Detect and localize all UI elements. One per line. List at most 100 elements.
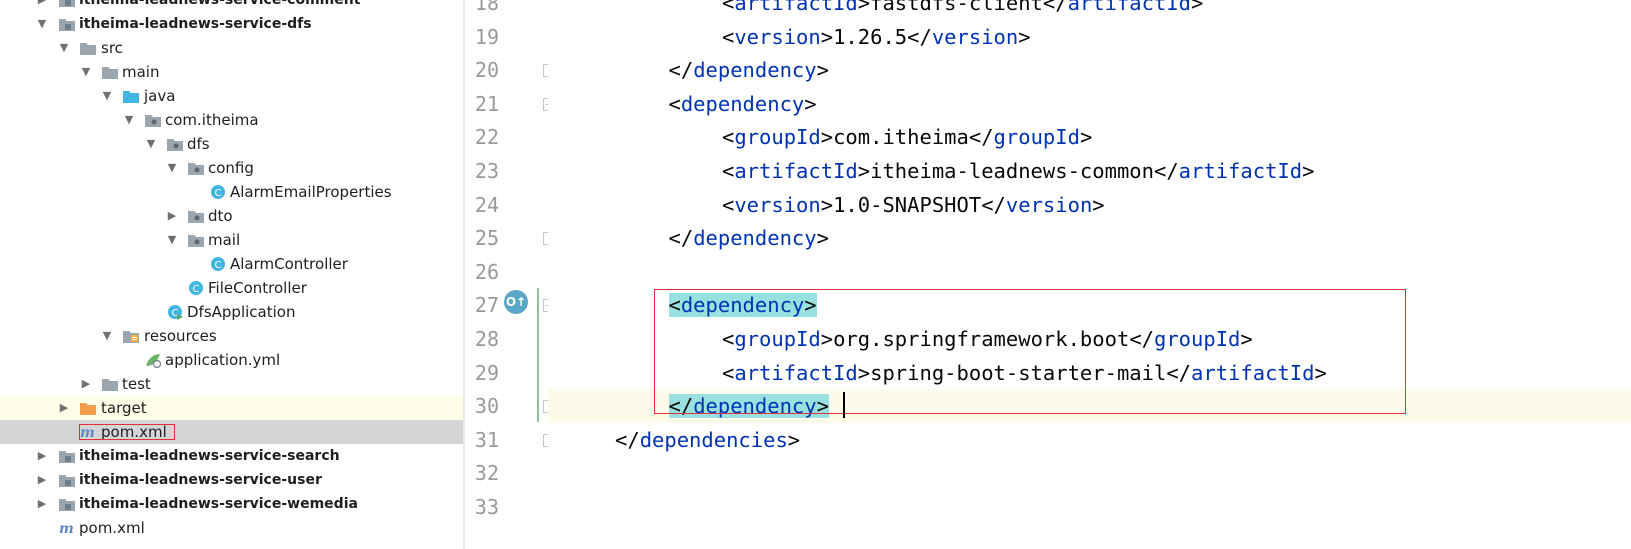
tree-item-label: resources xyxy=(144,327,217,345)
tree-item[interactable]: C DfsApplication xyxy=(0,300,464,324)
tree-item[interactable]: ▼ itheima-leadnews-service-dfs xyxy=(0,12,464,36)
xml-element: <version>1.26.5</version> xyxy=(722,24,1031,49)
target-icon xyxy=(79,400,97,416)
text-caret xyxy=(843,392,845,418)
code-line[interactable]: <artifactId>fastdfs-client</artifactId> xyxy=(548,0,1631,20)
project-tree[interactable]: ▶ itheima-leadnews-service-comment ▼ itheim… xyxy=(0,0,464,549)
tree-item-label: mail xyxy=(208,231,241,249)
tree-item[interactable]: C FileController xyxy=(0,276,464,300)
svg-text:m: m xyxy=(59,521,74,536)
override-gutter-icon[interactable]: O↑ xyxy=(504,290,528,314)
expand-arrow-icon[interactable]: ▼ xyxy=(101,89,113,102)
line-number: 26 xyxy=(474,259,499,284)
tree-item-label: src xyxy=(101,39,123,57)
pom-icon: m xyxy=(58,520,76,537)
tree-item[interactable]: ▼ dfs xyxy=(0,132,464,156)
tree-item-label: application.yml xyxy=(165,351,281,369)
expand-arrow-icon[interactable]: ▼ xyxy=(36,17,48,30)
code-line[interactable]: </dependency> xyxy=(548,53,1631,87)
xml-element: </dependencies> xyxy=(615,427,801,452)
pkg-icon xyxy=(166,136,184,152)
tree-item[interactable]: ▼ java xyxy=(0,84,464,108)
tree-item[interactable]: C AlarmEmailProperties xyxy=(0,180,464,204)
tree-item-label: java xyxy=(144,87,176,105)
line-number: 28 xyxy=(474,327,499,351)
collapse-arrow-icon[interactable]: ▶ xyxy=(36,449,48,462)
dependency-annotation-box xyxy=(654,289,1406,414)
code-line[interactable]: <version>1.26.5</version> xyxy=(548,20,1631,54)
tree-item[interactable]: ▶ dto xyxy=(0,204,464,228)
classrun-icon: C xyxy=(166,304,184,320)
tree-item[interactable]: ▼ main xyxy=(0,60,464,84)
collapse-arrow-icon[interactable]: ▶ xyxy=(36,473,48,486)
line-number: 32 xyxy=(474,461,499,486)
pkg-icon xyxy=(187,232,205,248)
collapse-arrow-icon[interactable]: ▶ xyxy=(58,401,70,414)
code-editor[interactable]: <artifactId>fastdfs-client</artifactId> <… xyxy=(548,0,1631,549)
class-icon: C xyxy=(209,256,227,272)
expand-arrow-icon[interactable]: ▼ xyxy=(80,65,92,78)
tree-item[interactable]: ▶ itheima-leadnews-service-user xyxy=(0,468,464,492)
line-number: 30 xyxy=(474,394,499,419)
tree-item[interactable]: ▶ itheima-leadnews-service-wemedia xyxy=(0,492,464,516)
expand-arrow-icon[interactable]: ▼ xyxy=(166,161,178,174)
xml-element: <dependency> xyxy=(668,91,817,116)
code-line[interactable]: </dependencies> xyxy=(548,423,1631,457)
code-line[interactable] xyxy=(548,490,1631,524)
line-number: 29 xyxy=(474,360,499,385)
code-line[interactable] xyxy=(548,456,1631,490)
xml-element: <artifactId>itheima-leadnews-common</art… xyxy=(722,159,1315,183)
code-line[interactable]: <groupId>com.itheima</groupId> xyxy=(548,120,1631,154)
tree-item[interactable]: m pom.xml xyxy=(0,516,464,540)
folder-icon xyxy=(79,40,97,56)
module-icon xyxy=(58,448,76,464)
collapse-arrow-icon[interactable]: ▶ xyxy=(166,209,178,222)
tree-item[interactable]: ▶ target xyxy=(0,396,464,420)
expand-arrow-icon[interactable]: ▼ xyxy=(166,233,178,246)
code-line[interactable]: <version>1.0-SNAPSHOT</version> xyxy=(548,188,1631,222)
module-icon xyxy=(58,16,76,32)
expand-arrow-icon[interactable]: ▼ xyxy=(58,41,70,54)
tree-item-label: com.itheima xyxy=(165,111,259,129)
line-number: 31 xyxy=(474,427,499,452)
code-line[interactable]: </dependency> xyxy=(548,221,1631,255)
tree-item[interactable]: ▼ resources xyxy=(0,324,464,348)
module-icon xyxy=(58,472,76,488)
class-icon: C xyxy=(209,184,227,200)
collapse-arrow-icon[interactable]: ▶ xyxy=(36,497,48,510)
code-line[interactable] xyxy=(548,255,1631,289)
tree-item-label: itheima-leadnews-service-wemedia xyxy=(79,496,358,512)
collapse-arrow-icon[interactable]: ▶ xyxy=(36,0,48,6)
tree-item[interactable]: C AlarmController xyxy=(0,252,464,276)
expand-arrow-icon[interactable]: ▼ xyxy=(145,137,157,150)
tree-item[interactable]: ▶ test xyxy=(0,372,464,396)
tree-item[interactable]: application.yml xyxy=(0,348,464,372)
tree-item[interactable]: ▼ src xyxy=(0,36,464,60)
tree-item-label: pom.xml xyxy=(79,519,145,537)
line-number: 24 xyxy=(474,192,499,217)
yml-icon xyxy=(144,352,162,369)
xml-element: <artifactId>fastdfs-client</artifactId> xyxy=(722,0,1204,15)
code-line[interactable]: <dependency> xyxy=(548,87,1631,121)
tree-item-label: dfs xyxy=(187,135,210,153)
tree-item-label: target xyxy=(101,399,147,417)
collapse-arrow-icon[interactable]: ▶ xyxy=(80,377,92,390)
xml-element: </dependency> xyxy=(668,226,829,251)
tree-item[interactable]: ▼ config xyxy=(0,156,464,180)
tree-item-label: AlarmController xyxy=(230,255,348,273)
tree-item[interactable]: m pom.xml xyxy=(0,420,464,444)
expand-arrow-icon[interactable]: ▼ xyxy=(123,113,135,126)
pkg-icon xyxy=(187,208,205,224)
tree-item[interactable]: ▼ mail xyxy=(0,228,464,252)
module-icon xyxy=(58,0,76,8)
tree-item-label: FileController xyxy=(208,279,307,297)
tree-item[interactable]: ▼ com.itheima xyxy=(0,108,464,132)
code-line[interactable]: <artifactId>itheima-leadnews-common</art… xyxy=(548,154,1631,188)
tree-item-label: AlarmEmailProperties xyxy=(230,183,392,201)
tree-item[interactable]: ▶ itheima-leadnews-service-search xyxy=(0,444,464,468)
tree-item-label: itheima-leadnews-service-user xyxy=(79,472,322,488)
tree-item-label: itheima-leadnews-service-comment xyxy=(79,0,361,8)
tree-item[interactable]: ▶ itheima-leadnews-service-comment xyxy=(0,0,464,12)
expand-arrow-icon[interactable]: ▼ xyxy=(101,329,113,342)
tree-item-label: main xyxy=(122,63,160,81)
